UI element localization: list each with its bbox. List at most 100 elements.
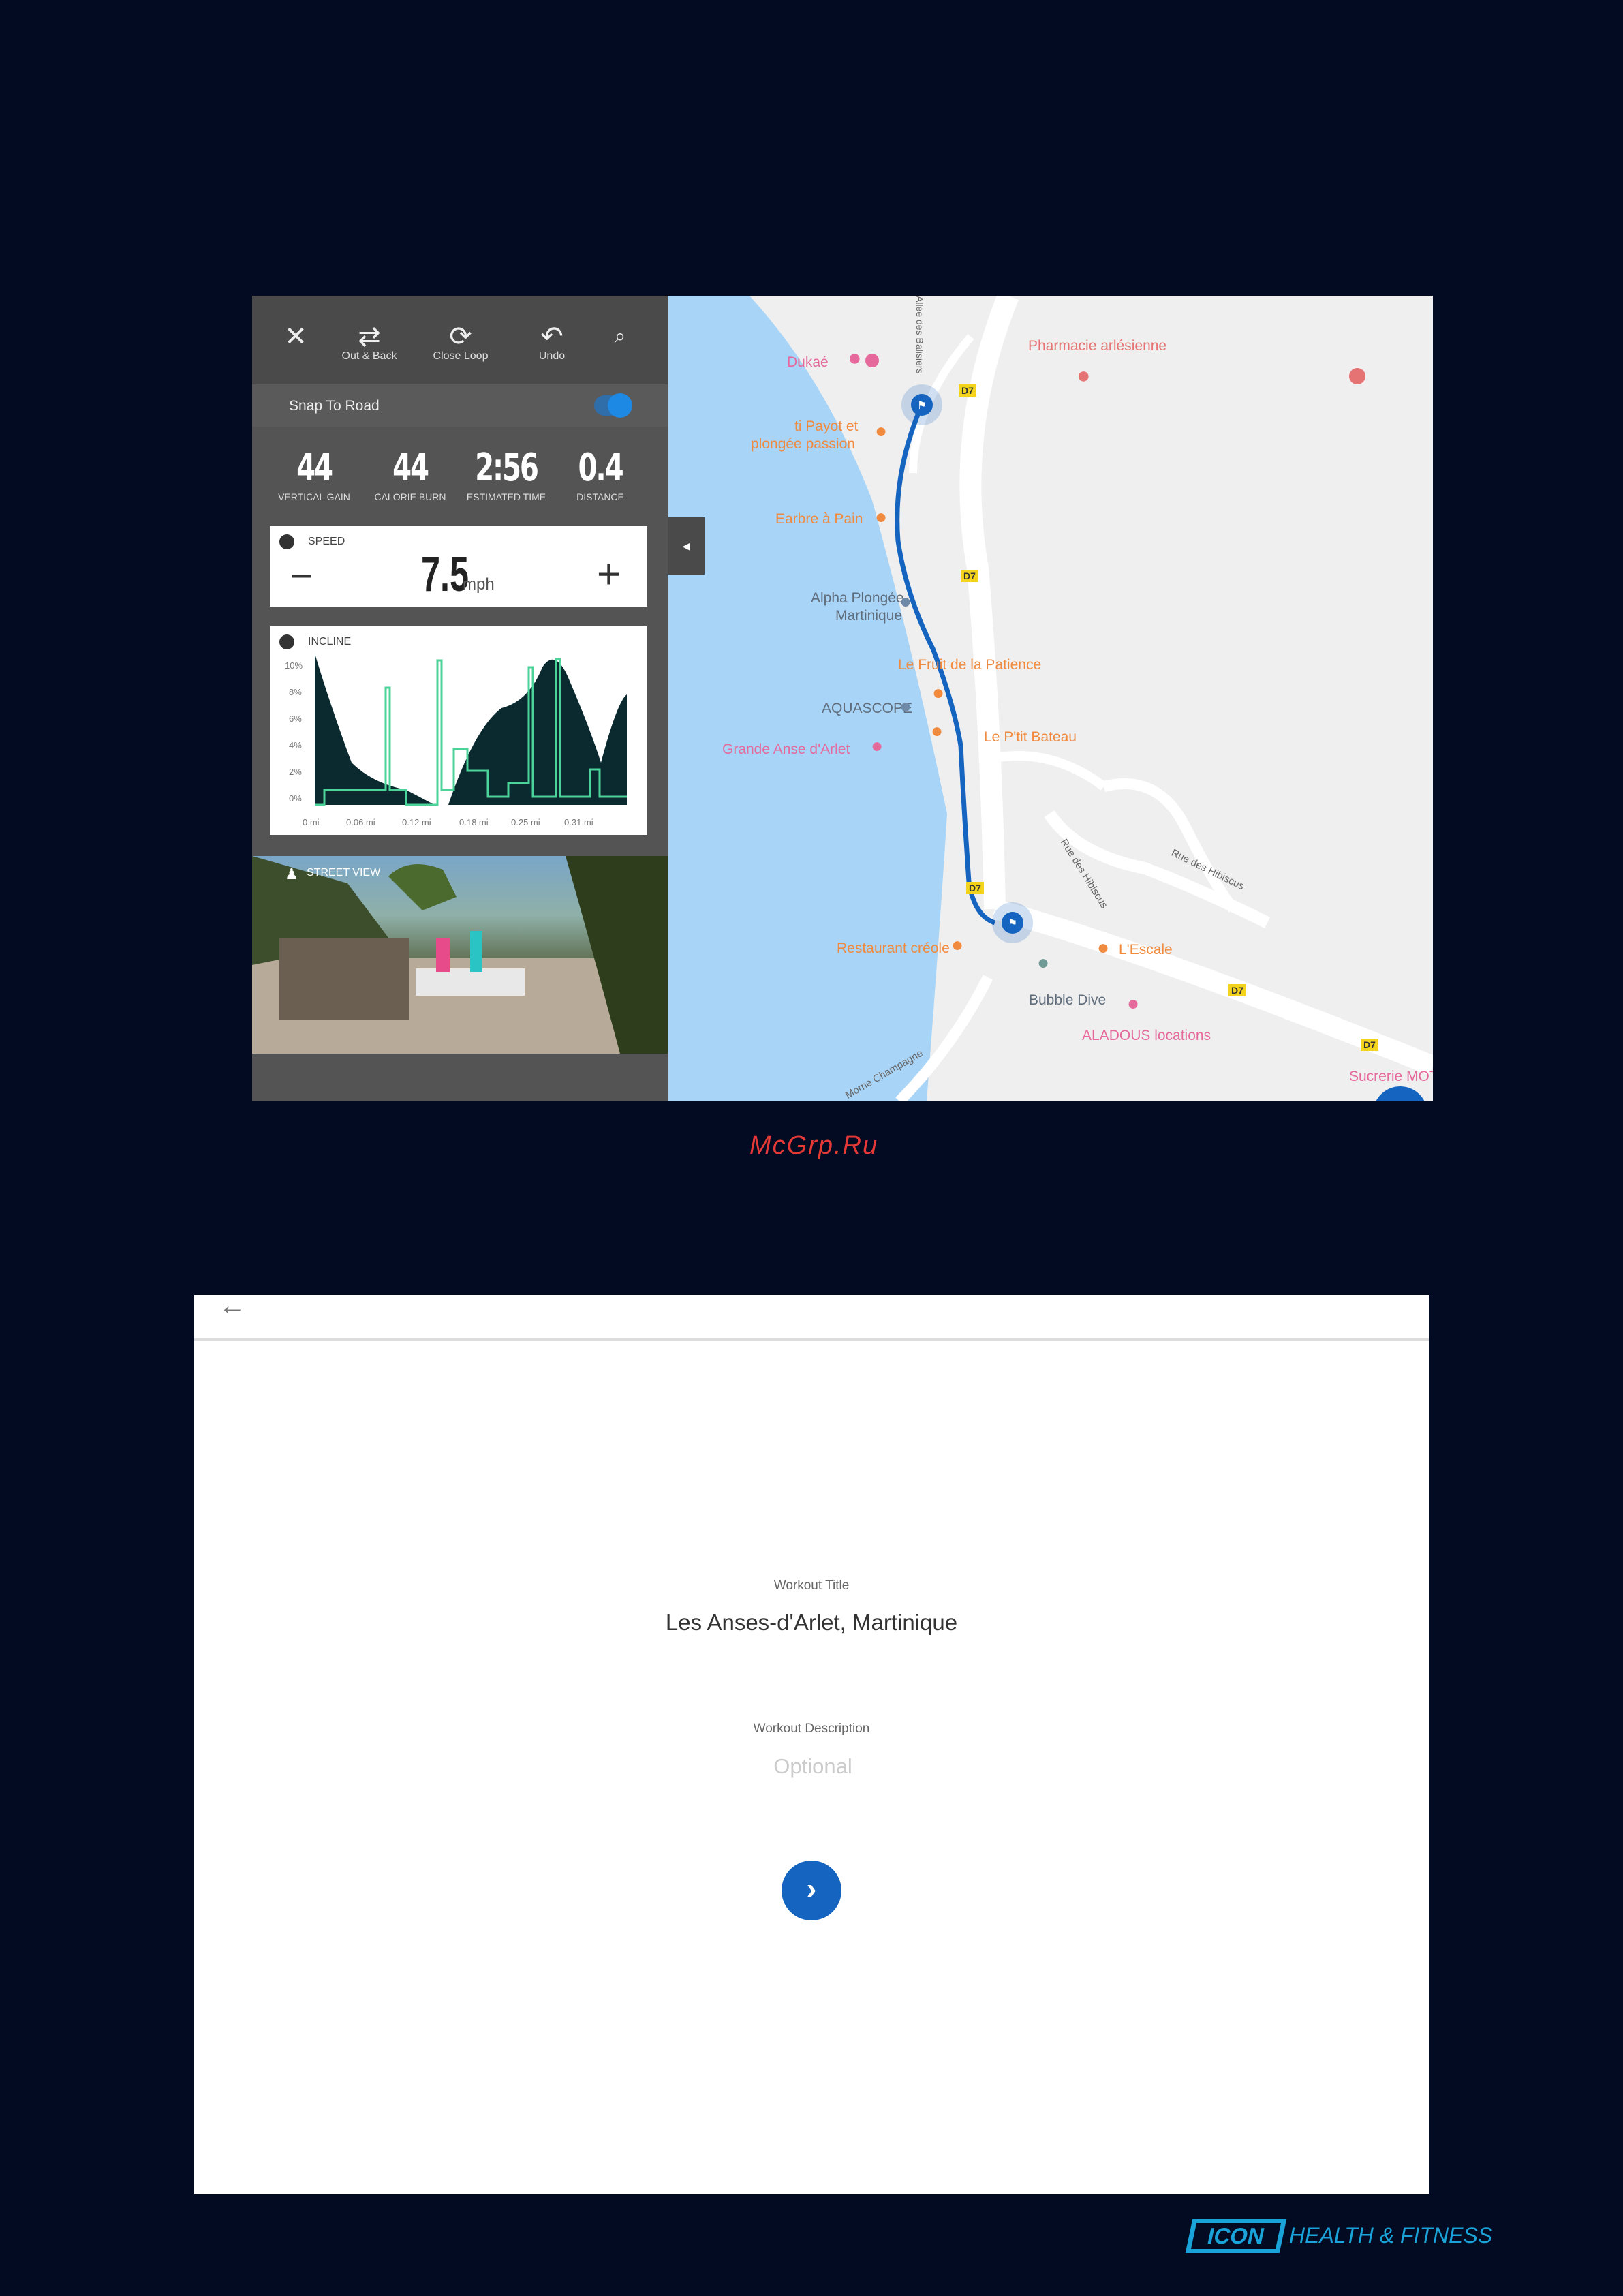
y-tick-label: 2% bbox=[289, 767, 302, 777]
poi-label: Bubble Dive bbox=[1029, 992, 1107, 1008]
poi-label: Alpha Plongée bbox=[811, 590, 904, 606]
y-tick-label: 10% bbox=[285, 660, 303, 671]
map-pin-icon[interactable]: ● bbox=[875, 506, 887, 529]
workout-details-screenshot: ← Workout Title Les Anses-d'Arlet, Marti… bbox=[194, 1291, 1429, 2194]
street-view-image bbox=[252, 856, 668, 1054]
map-pin-icon[interactable]: ● bbox=[931, 720, 943, 743]
street-view-label: STREET VIEW bbox=[307, 867, 381, 878]
map-pin-icon[interactable]: ● bbox=[1037, 951, 1049, 975]
speed-card: SPEED − 7.5 mph + bbox=[270, 526, 647, 607]
map-labels: Dukaé Pharmacie arlésienne ti Payot et p… bbox=[668, 296, 1433, 1101]
logo-tagline: HEALTH & FITNESS bbox=[1289, 2223, 1493, 2248]
speed-increase-button[interactable]: + bbox=[597, 551, 621, 598]
workout-description-input[interactable] bbox=[675, 1749, 950, 1784]
stat-vertical-gain: 44 VERTICAL GAIN bbox=[263, 446, 365, 502]
poi-label: Grande Anse d'Arlet bbox=[722, 741, 850, 757]
poi-label: L'Escale bbox=[1119, 942, 1173, 958]
poi-label: Restaurant créole bbox=[837, 940, 950, 956]
close-button[interactable]: ✕ bbox=[255, 323, 337, 350]
stat-label: ESTIMATED TIME bbox=[466, 491, 546, 502]
icon-logo: ICON bbox=[1185, 2219, 1287, 2253]
incline-chart[interactable]: 10% 8% 6% 4% 2% 0% 0 mi 0.06 mi 0.12 mi … bbox=[270, 626, 647, 835]
poi-label: Le Fruit de la Patience bbox=[898, 657, 1042, 673]
back-arrow-icon[interactable]: ← bbox=[219, 1291, 246, 1321]
stat-value: 0.4 bbox=[578, 446, 624, 490]
stat-value: 2:56 bbox=[475, 446, 539, 490]
toggle-knob bbox=[608, 393, 632, 418]
snap-to-road-toggle[interactable] bbox=[594, 393, 632, 418]
y-tick-label: 0% bbox=[289, 793, 302, 803]
watermark: McGrp.Ru bbox=[749, 1131, 879, 1160]
incline-card: INCLINE 10% 8% 6% 4% 2% 0% 0 mi 0.06 mi … bbox=[270, 626, 647, 835]
stat-distance: 0.4 DISTANCE bbox=[549, 446, 651, 502]
y-tick-label: 8% bbox=[289, 687, 302, 697]
workout-description-label: Workout Description bbox=[753, 1721, 870, 1736]
speed-decrease-button[interactable]: − bbox=[290, 553, 313, 598]
poi-label: plongée passion bbox=[751, 436, 855, 452]
loop-icon: ⟳ bbox=[449, 322, 472, 352]
stat-label: DISTANCE bbox=[576, 491, 624, 502]
poi-label: Pharmacie arlésienne bbox=[1028, 338, 1167, 354]
search-button[interactable]: ⌕ bbox=[579, 323, 661, 350]
x-tick-label: 0.06 mi bbox=[346, 817, 375, 827]
map-pin-icon[interactable]: ● bbox=[932, 682, 944, 705]
poi-label: ALADOUS locations bbox=[1082, 1028, 1211, 1043]
workout-title-field[interactable]: Les Anses-d'Arlet, Martinique bbox=[194, 1610, 1429, 1636]
street-label: Morne Champagne bbox=[843, 1047, 925, 1101]
speed-unit: mph bbox=[463, 575, 495, 594]
map-pin-icon[interactable]: ● bbox=[899, 695, 912, 718]
close-loop-button[interactable]: ⟳ Close Loop bbox=[420, 323, 501, 363]
stat-estimated-time: 2:56 ESTIMATED TIME bbox=[455, 446, 557, 502]
out-and-back-label: Out & Back bbox=[341, 350, 397, 362]
out-and-back-button[interactable]: ⇄ Out & Back bbox=[328, 323, 410, 363]
elevation-area bbox=[315, 654, 435, 805]
poi-label: Earbre à Pain bbox=[775, 511, 863, 527]
map-pin-icon[interactable]: ● bbox=[899, 590, 912, 613]
x-tick-label: 0.18 mi bbox=[459, 817, 489, 827]
stat-value: 44 bbox=[392, 446, 429, 490]
stat-label: CALORIE BURN bbox=[374, 491, 446, 502]
x-tick-label: 0 mi bbox=[303, 817, 320, 827]
map-pin-icon[interactable]: ● bbox=[951, 934, 963, 957]
stat-calorie-burn: 44 CALORIE BURN bbox=[359, 446, 461, 502]
snap-to-road-label: Snap To Road bbox=[289, 398, 380, 414]
next-button[interactable]: › bbox=[782, 1861, 841, 1920]
chevron-right-icon: › bbox=[806, 1872, 817, 1905]
x-tick-label: 0.25 mi bbox=[511, 817, 540, 827]
street-view-preview[interactable]: ♟ STREET VIEW bbox=[252, 856, 668, 1054]
top-bar: ← bbox=[194, 1291, 1429, 1341]
speed-label: SPEED bbox=[308, 536, 345, 547]
poi-label: Sucrerie MOTE bbox=[1349, 1069, 1433, 1084]
toolbar: ✕ ⇄ Out & Back ⟳ Close Loop ↶ Undo ⌕ bbox=[252, 296, 668, 384]
poi-label: ti Payot et bbox=[794, 418, 859, 434]
poi-label: Martinique bbox=[835, 608, 903, 624]
route-panel: ✕ ⇄ Out & Back ⟳ Close Loop ↶ Undo ⌕ Sna… bbox=[252, 296, 668, 1101]
map-pin-icon[interactable]: ● bbox=[848, 345, 862, 371]
map-pin-icon[interactable]: ● bbox=[875, 420, 887, 443]
x-tick-label: 0.31 mi bbox=[564, 817, 593, 827]
search-icon: ⌕ bbox=[614, 325, 626, 348]
snap-to-road-row: Snap To Road bbox=[252, 384, 668, 427]
y-tick-label: 6% bbox=[289, 714, 302, 724]
pegman-icon: ♟ bbox=[285, 866, 298, 883]
swap-arrows-icon: ⇄ bbox=[358, 322, 381, 352]
stat-value: 44 bbox=[296, 446, 333, 490]
close-loop-label: Close Loop bbox=[433, 350, 489, 362]
route-editor-screenshot: ⚑ ⚑ D7 D7 D7 D7 D7 Dukaé Pharmacie arlés… bbox=[252, 296, 1433, 1101]
stat-label: VERTICAL GAIN bbox=[278, 491, 350, 502]
x-tick-label: 0.12 mi bbox=[402, 817, 431, 827]
map-pin-icon[interactable]: ● bbox=[871, 735, 883, 758]
map-pin-icon[interactable]: ● bbox=[1077, 363, 1091, 389]
street-label: Rue des Hibiscus bbox=[1057, 836, 1111, 910]
collapse-panel-button[interactable]: ◂ bbox=[668, 517, 705, 575]
undo-label: Undo bbox=[538, 350, 566, 362]
street-label: Rue des Hibiscus bbox=[1169, 846, 1246, 893]
poi-label: Dukaé bbox=[787, 354, 829, 370]
speedometer-icon bbox=[279, 534, 294, 549]
map-pin-icon[interactable]: ● bbox=[1097, 936, 1109, 960]
y-tick-label: 4% bbox=[289, 740, 302, 750]
map-pin-icon[interactable]: ● bbox=[1127, 992, 1139, 1015]
chevron-left-icon: ◂ bbox=[682, 537, 690, 554]
speed-value: 7.5 bbox=[421, 547, 469, 602]
close-icon: ✕ bbox=[284, 322, 307, 352]
